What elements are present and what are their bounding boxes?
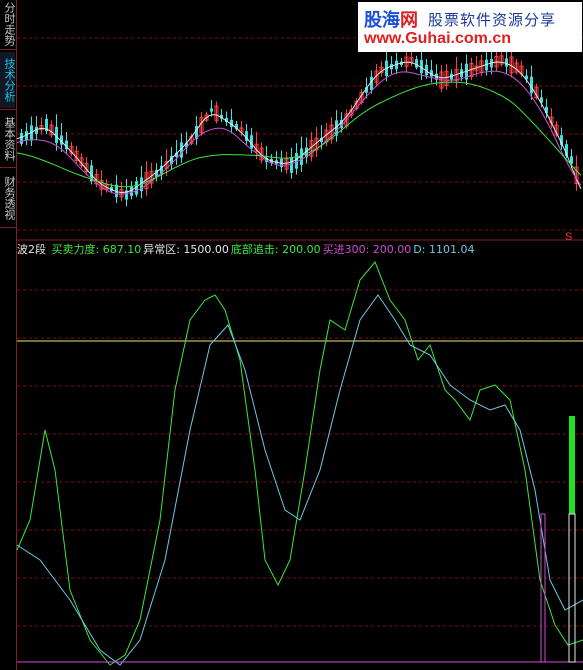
candle-body bbox=[415, 59, 418, 68]
indicator-value-1: 买卖力度: 687.10 bbox=[51, 243, 142, 256]
indicator-name[interactable]: 波2段 bbox=[17, 243, 46, 256]
watermark-slogan: 股票软件资源分享 bbox=[428, 11, 557, 29]
candle-body bbox=[210, 108, 213, 112]
indicator-line-blue bbox=[16, 294, 583, 666]
indicator-value-3: 底部追击: 200.00 bbox=[230, 243, 321, 256]
indicator-line-green bbox=[16, 261, 583, 666]
candle-body bbox=[505, 58, 508, 67]
signal-bar-green bbox=[569, 416, 575, 514]
signal-bar-outline bbox=[568, 513, 576, 663]
sell-marker: S bbox=[565, 231, 572, 243]
watermark-url: www.Guhai.com.cn bbox=[364, 30, 511, 47]
candle-body bbox=[290, 157, 293, 173]
candle-body bbox=[570, 156, 573, 164]
watermark-logo: 股海网 股票软件资源分享 www.Guhai.com.cn bbox=[358, 2, 582, 52]
candle-body bbox=[130, 186, 133, 197]
indicator-value-5: D: 1101.04 bbox=[413, 243, 475, 256]
indicator-value-2: 异常区: 1500.00 bbox=[143, 243, 229, 256]
watermark-brand: 股海网 bbox=[364, 10, 418, 31]
candle-body bbox=[20, 132, 23, 144]
indicator-value-4: 买进300: 200.00 bbox=[322, 243, 412, 256]
chart-canvas[interactable]: S bbox=[0, 0, 583, 670]
indicator-header: 波2段 买卖力度: 687.10 异常区: 1500.00 底部追击: 200.00… bbox=[17, 243, 478, 257]
